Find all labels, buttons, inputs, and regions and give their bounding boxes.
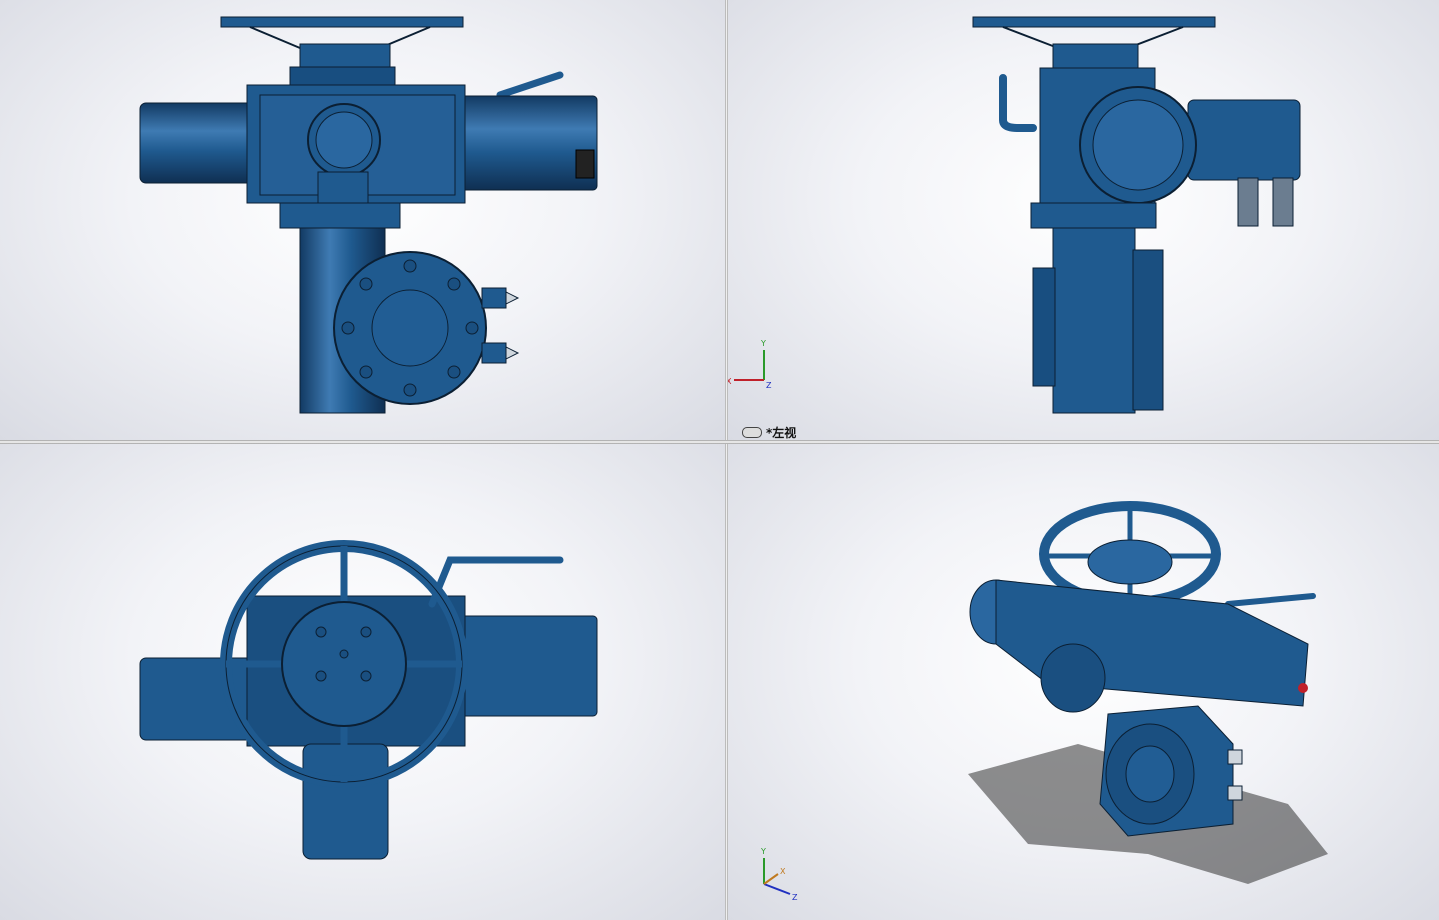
gearbox-body xyxy=(1052,227,1136,414)
hub-disc xyxy=(1087,539,1173,585)
indicator-red xyxy=(1298,683,1308,693)
viewport-divider-vertical[interactable] xyxy=(725,0,728,920)
lever-arm xyxy=(1225,593,1316,607)
right-cylinder xyxy=(454,615,598,717)
lever-arm xyxy=(496,71,564,99)
output-flange-side xyxy=(1132,249,1164,411)
gearbox-side xyxy=(1032,267,1056,387)
triad-z-label: Z xyxy=(792,893,798,902)
triad-z-label: Z xyxy=(766,381,772,390)
viewport-isometric[interactable]: Y X Z xyxy=(728,444,1439,920)
handwheel-edge xyxy=(220,16,464,28)
indicator-knob xyxy=(575,149,595,179)
left-view-model: Y X Z xyxy=(728,16,1301,414)
base-flange xyxy=(279,202,401,229)
coordinate-triad: Y X Z xyxy=(760,847,798,902)
view-glasses-icon xyxy=(742,427,762,438)
view-orientation-label: *左视 xyxy=(742,424,796,440)
stop-bolts xyxy=(481,287,520,364)
triad-x-label: X xyxy=(780,867,786,876)
top-hub xyxy=(1052,43,1139,70)
handwheel-edge xyxy=(972,16,1216,28)
triad-x-label: X xyxy=(728,377,732,386)
side-cylinder xyxy=(1187,99,1301,181)
viewport-left[interactable]: Y X Z *左视 xyxy=(728,0,1439,440)
cable-gland-1 xyxy=(1237,177,1259,227)
viewport-front[interactable] xyxy=(0,0,725,440)
hub-neck xyxy=(289,66,396,88)
terminal-cover xyxy=(1040,643,1106,713)
hub-disc xyxy=(281,601,407,727)
top-hub xyxy=(299,43,391,70)
cable-gland-2 xyxy=(1272,177,1294,227)
triad-y-label: Y xyxy=(760,339,766,348)
viewport-divider-horizontal[interactable] xyxy=(0,440,1439,444)
triad-y-label: Y xyxy=(760,847,766,856)
coordinate-triad: Y X Z xyxy=(728,339,772,390)
top-view-model xyxy=(139,540,598,860)
left-motor-cylinder xyxy=(139,102,261,184)
cad-workspace: Y X Z *左视 Y X Z xyxy=(0,0,1439,920)
isometric-view-model: Y X Z xyxy=(760,501,1328,902)
front-view-model xyxy=(139,16,598,414)
view-name: *左视 xyxy=(766,426,797,440)
viewport-top[interactable] xyxy=(0,444,725,920)
lever-arm xyxy=(999,74,1037,132)
base-flange xyxy=(1030,202,1157,229)
